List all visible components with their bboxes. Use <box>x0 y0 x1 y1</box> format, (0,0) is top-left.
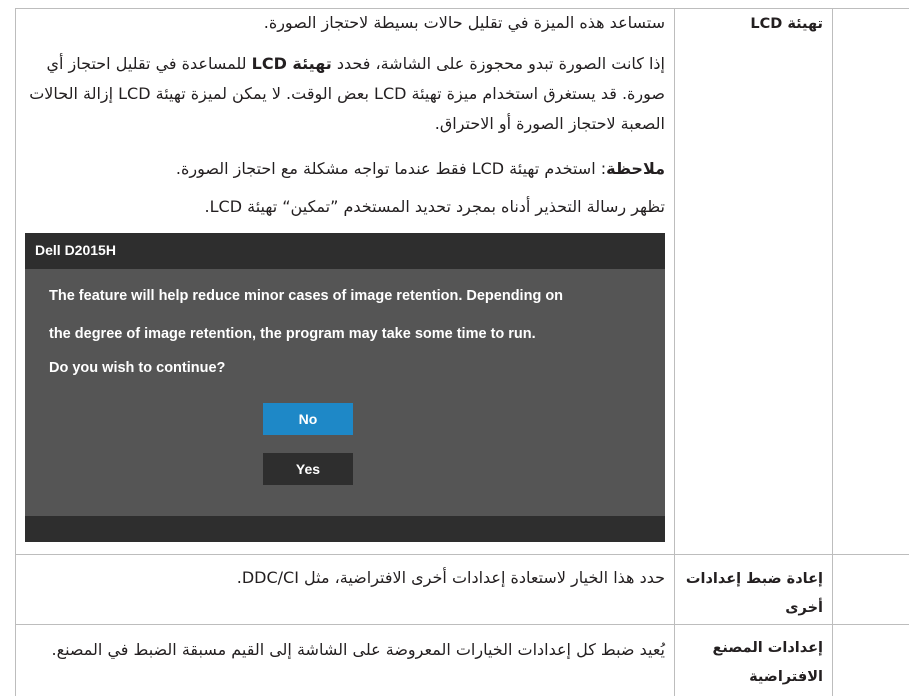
row-divider-1 <box>15 554 909 555</box>
dialog-title-bar: Dell D2015H <box>25 233 665 269</box>
dialog-title: Dell D2015H <box>35 242 116 258</box>
dialog-message-line-3: Do you wish to continue? <box>49 360 226 376</box>
lcd-warning-intro-text: تظهر رسالة التحذير أدناه بمجرد تحديد الم… <box>204 197 665 216</box>
note-body: : استخدم تهيئة LCD فقط عندما تواجه مشكلة… <box>175 159 607 178</box>
dialog-footer-bar <box>25 516 665 542</box>
table-top-border <box>15 8 909 9</box>
row-divider-2 <box>15 624 909 625</box>
dialog-message-line-1: The feature will help reduce minor cases… <box>49 288 564 304</box>
lcd-details-text: إذا كانت الصورة تبدو محجوزة على الشاشة، … <box>22 49 665 139</box>
lcd-details-bold: تهيئة LCD <box>251 54 332 73</box>
factory-reset-description: يُعيد ضبط كل إعدادات الخيارات المعروضة ع… <box>51 640 665 659</box>
other-reset-description: حدد هذا الخيار لاستعادة إعدادات أخرى الا… <box>236 568 665 587</box>
column-divider-1 <box>674 8 675 696</box>
lcd-intro-text: ستساعد هذه الميزة في تقليل حالات بسيطة ل… <box>263 13 665 32</box>
other-reset-label: إعادة ضبط إعدادات أخرى <box>685 571 823 616</box>
lcd-details-pre: إذا كانت الصورة تبدو محجوزة على الشاشة، … <box>331 54 665 73</box>
warning-dialog: Dell D2015H The feature will help reduce… <box>25 233 665 542</box>
table-left-border <box>15 8 16 696</box>
lcd-note-text: ملاحظة: استخدم تهيئة LCD فقط عندما تواجه… <box>22 156 665 182</box>
no-button[interactable]: No <box>263 403 353 435</box>
lcd-conditioning-label: تهيئة LCD <box>750 16 823 32</box>
factory-reset-label: إعدادات المصنع الافتراضية <box>712 640 824 685</box>
settings-table: تهيئة LCD ستساعد هذه الميزة في تقليل حال… <box>0 0 909 696</box>
note-label: ملاحظة <box>606 159 665 178</box>
dialog-message-line-2: the degree of image retention, the progr… <box>49 326 536 342</box>
yes-button[interactable]: Yes <box>263 453 353 485</box>
column-divider-2 <box>832 8 833 696</box>
